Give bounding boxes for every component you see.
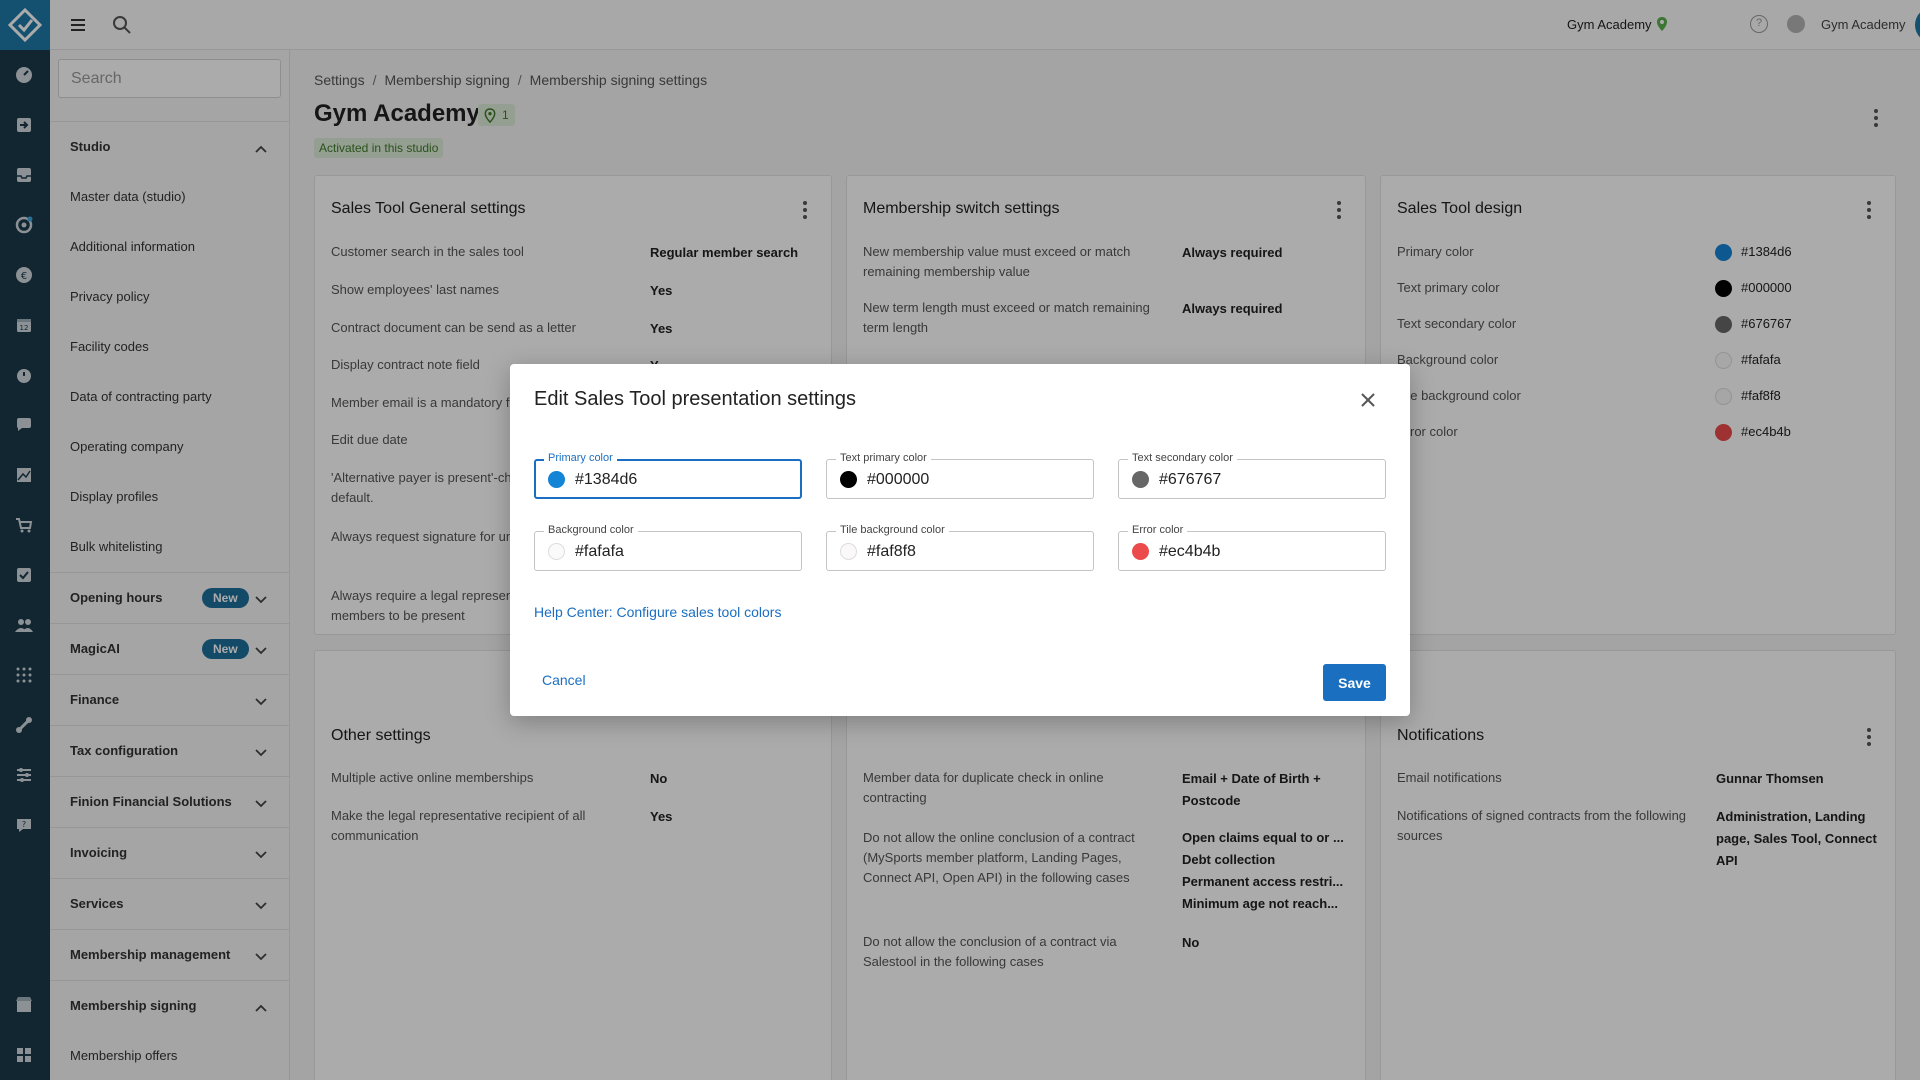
field-label: Primary color bbox=[544, 451, 617, 465]
primary-color-field[interactable]: Primary color #1384d6 bbox=[534, 451, 802, 499]
color-swatch[interactable] bbox=[548, 471, 565, 488]
error-color-field[interactable]: Error color #ec4b4b bbox=[1118, 523, 1386, 571]
text-secondary-color-field[interactable]: Text secondary color #676767 bbox=[1118, 451, 1386, 499]
dialog-title: Edit Sales Tool presentation settings bbox=[534, 388, 857, 410]
field-label: Error color bbox=[1128, 523, 1188, 537]
cancel-button[interactable]: Cancel bbox=[534, 662, 594, 698]
tile-background-color-field[interactable]: Tile background color #faf8f8 bbox=[826, 523, 1094, 571]
close-icon[interactable] bbox=[1354, 386, 1382, 414]
background-color-field[interactable]: Background color #fafafa bbox=[534, 523, 802, 571]
field-label: Background color bbox=[544, 523, 638, 537]
field-value[interactable]: #ec4b4b bbox=[1159, 542, 1220, 562]
edit-presentation-dialog: Edit Sales Tool presentation settings Pr… bbox=[510, 364, 1410, 716]
field-label: Text primary color bbox=[836, 451, 931, 465]
color-swatch[interactable] bbox=[1132, 471, 1149, 488]
text-primary-color-field[interactable]: Text primary color #000000 bbox=[826, 451, 1094, 499]
color-swatch[interactable] bbox=[548, 543, 565, 560]
field-value[interactable]: #676767 bbox=[1159, 470, 1221, 490]
field-value[interactable]: #000000 bbox=[867, 470, 929, 490]
save-button[interactable]: Save bbox=[1323, 664, 1386, 701]
field-value[interactable]: #1384d6 bbox=[575, 470, 637, 490]
color-swatch[interactable] bbox=[1132, 543, 1149, 560]
help-center-link[interactable]: Help Center: Configure sales tool colors bbox=[534, 604, 781, 620]
field-value[interactable]: #fafafa bbox=[575, 542, 624, 562]
color-swatch[interactable] bbox=[840, 471, 857, 488]
field-value[interactable]: #faf8f8 bbox=[867, 542, 916, 562]
color-swatch[interactable] bbox=[840, 543, 857, 560]
field-label: Text secondary color bbox=[1128, 451, 1237, 465]
field-label: Tile background color bbox=[836, 523, 949, 537]
